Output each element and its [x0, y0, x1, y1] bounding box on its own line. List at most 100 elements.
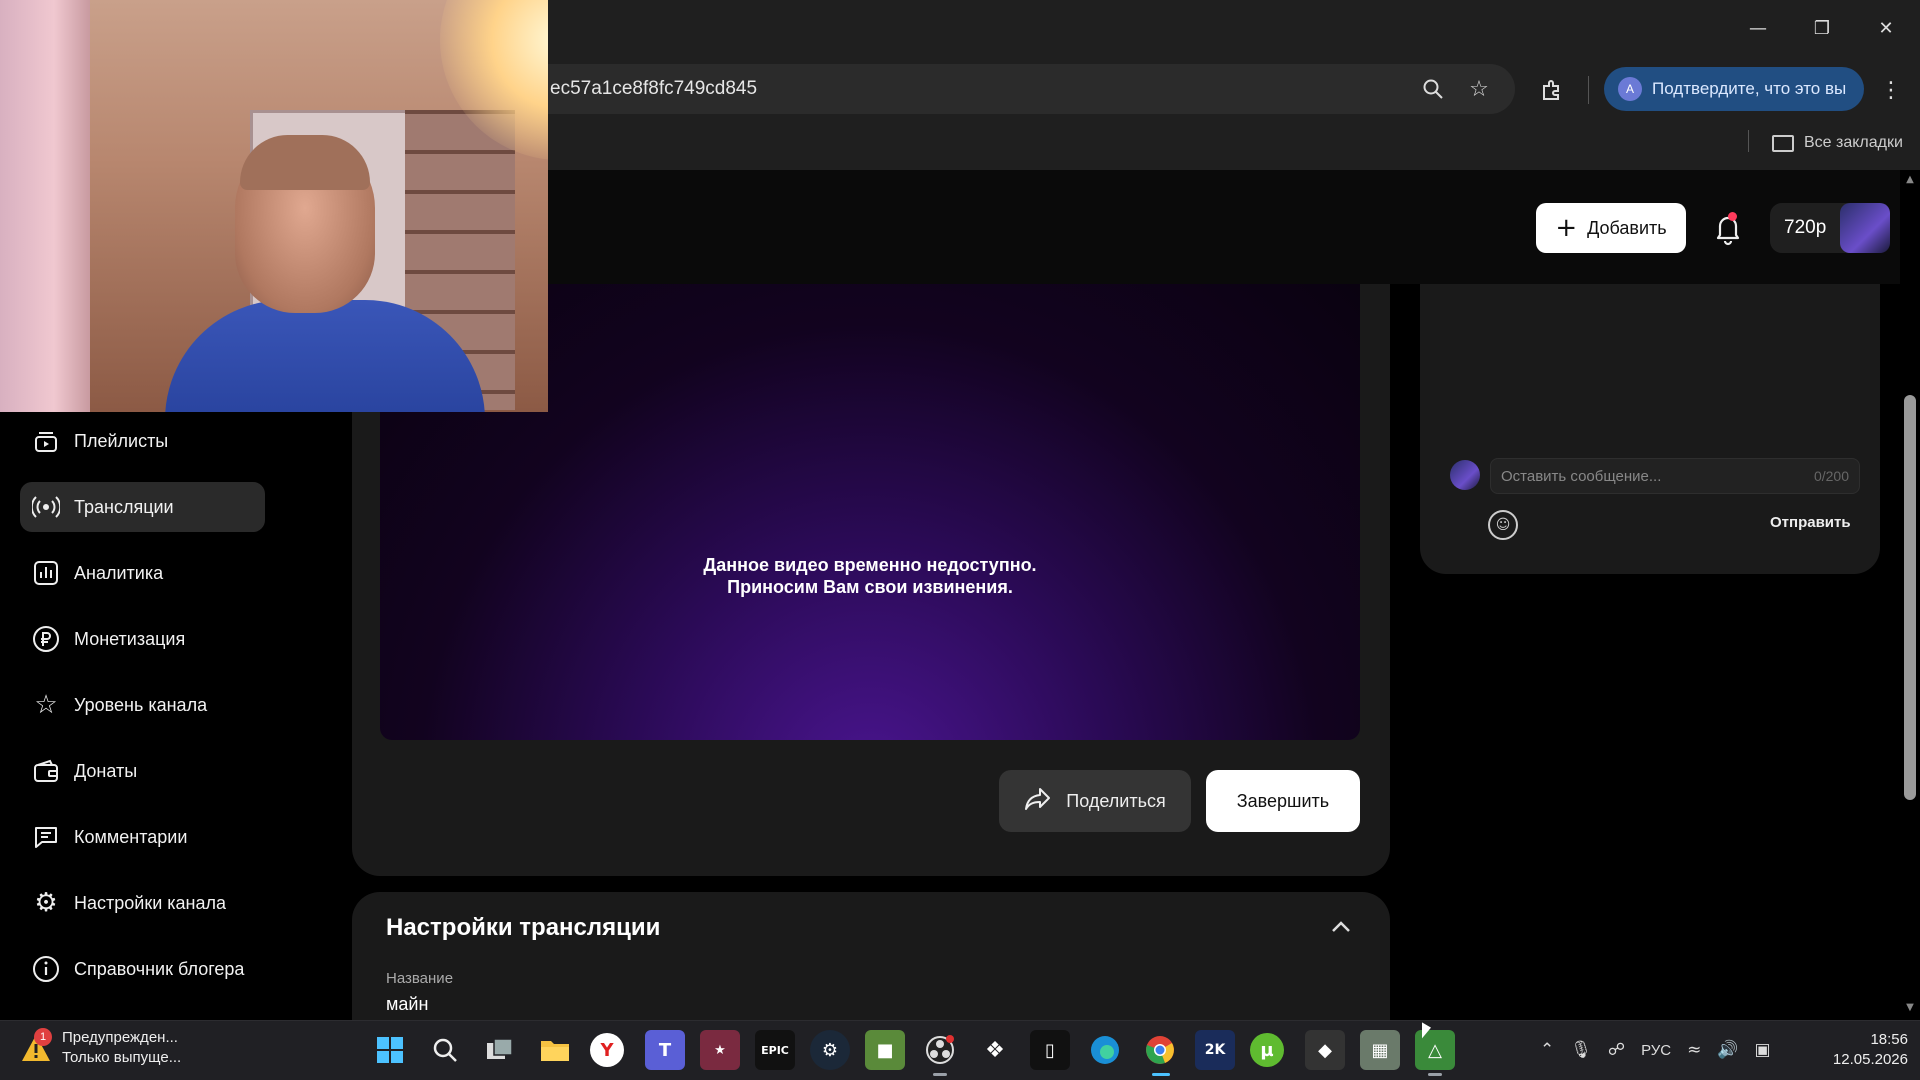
- 2k-launcher-icon[interactable]: 2K: [1195, 1030, 1235, 1070]
- obs-active-indicator: [933, 1073, 947, 1076]
- teams-icon[interactable]: T: [645, 1030, 685, 1070]
- sidebar-item-analytics[interactable]: Аналитика: [20, 548, 265, 598]
- chat-char-counter: 0/200: [1813, 468, 1849, 484]
- toolbar-divider: [1588, 76, 1589, 104]
- sidebar-item-channel-settings[interactable]: ⚙ Настройки канала: [20, 878, 265, 928]
- start-windows-icon[interactable]: [370, 1030, 410, 1070]
- epic-games-icon[interactable]: EPIC: [755, 1030, 795, 1070]
- notification-text: Предупрежден... Только выпуще...: [62, 1028, 181, 1068]
- task-view-icon[interactable]: [480, 1030, 520, 1070]
- edge-icon[interactable]: [1085, 1030, 1125, 1070]
- user-avatar[interactable]: [1840, 203, 1890, 253]
- sidebar-item-label: Уровень канала: [74, 694, 208, 715]
- taskbar-clock[interactable]: 18:56 12.05.2026: [1812, 1030, 1908, 1070]
- launcher-active-indicator: [1428, 1073, 1442, 1076]
- plus-icon: +: [1555, 213, 1578, 243]
- utorrent-icon[interactable]: µ: [1250, 1033, 1284, 1067]
- quality-label: 720p: [1784, 217, 1827, 238]
- scroll-up-arrow-icon[interactable]: ▲: [1904, 174, 1916, 186]
- stream-settings-title: Настройки трансляции: [386, 914, 661, 941]
- sidebar-item-label: Комментарии: [74, 826, 188, 847]
- minecraft-icon[interactable]: ■: [865, 1030, 905, 1070]
- steam-icon[interactable]: ⚙: [810, 1030, 850, 1070]
- minimize-icon[interactable]: —: [1738, 8, 1778, 48]
- file-explorer-icon[interactable]: [535, 1030, 575, 1070]
- info-icon: [32, 955, 60, 983]
- bookmark-star-icon[interactable]: ☆: [1464, 74, 1494, 104]
- bookmarks-divider: [1748, 130, 1749, 152]
- sidebar-item-label: Монетизация: [74, 628, 186, 649]
- all-bookmarks-label: Все закладки: [1804, 134, 1903, 151]
- scroll-down-arrow-icon[interactable]: ▼: [1904, 1002, 1916, 1014]
- game-app-icon[interactable]: ★: [700, 1030, 740, 1070]
- sidebar-item-comments[interactable]: Комментарии: [20, 812, 265, 862]
- sidebar-item-label: Аналитика: [74, 562, 164, 583]
- profile-verify-button[interactable]: A Подтвердите, что это вы: [1604, 67, 1864, 111]
- sidebar-item-label: Настройки канала: [74, 892, 227, 913]
- finish-stream-button[interactable]: Завершить: [1206, 770, 1360, 832]
- notification-title: Предупрежден...: [62, 1029, 178, 1046]
- sidebar-item-label: Плейлисты: [74, 430, 169, 451]
- browser-menu-icon[interactable]: ⋮: [1876, 74, 1906, 106]
- send-button[interactable]: Отправить: [1770, 514, 1851, 531]
- notification-count-badge: 1: [34, 1028, 52, 1046]
- sidebar-item-label: Трансляции: [74, 496, 174, 517]
- chrome-icon[interactable]: [1140, 1030, 1180, 1070]
- add-button-label: Добавить: [1587, 217, 1667, 238]
- verify-label: Подтвердите, что это вы: [1652, 79, 1847, 98]
- search-icon[interactable]: [425, 1030, 465, 1070]
- unavailable-line-1: Данное видео временно недоступно.: [703, 555, 1037, 575]
- warning-icon: 1: [20, 1028, 52, 1064]
- feather-app-icon[interactable]: ❖: [975, 1030, 1015, 1070]
- profile-avatar: A: [1618, 77, 1642, 101]
- playlist-icon: [32, 427, 60, 455]
- sidebar-item-broadcasts[interactable]: Трансляции: [20, 482, 265, 532]
- chevron-up-icon[interactable]: [1326, 912, 1356, 942]
- microphone-icon[interactable]: 🎙: [1570, 1040, 1592, 1060]
- stream-name-field[interactable]: майн: [386, 994, 428, 1015]
- unavailable-line-2: Приносим Вам свои извинения.: [727, 577, 1013, 597]
- share-button[interactable]: Поделиться: [999, 770, 1191, 832]
- notification-subtitle: Только выпуще...: [62, 1049, 182, 1066]
- yandex-browser-icon[interactable]: Y: [590, 1033, 624, 1067]
- video-unavailable-message: Данное видео временно недоступно. Принос…: [380, 554, 1360, 598]
- volume-icon[interactable]: 🔊: [1717, 1040, 1738, 1060]
- address-bar[interactable]: ec57a1ce8f8fc749cd845 ☆: [520, 64, 1515, 114]
- chat-message-field[interactable]: 0/200: [1490, 458, 1860, 494]
- close-icon[interactable]: ✕: [1866, 8, 1906, 48]
- add-button[interactable]: + Добавить: [1536, 203, 1686, 253]
- share-icon: [1024, 786, 1052, 817]
- sidebar-item-donations[interactable]: Донаты: [20, 746, 265, 796]
- chat-message-input[interactable]: [1491, 459, 1791, 493]
- wifi-icon[interactable]: ≈: [1687, 1040, 1701, 1060]
- image-viewer-icon[interactable]: ▦: [1360, 1030, 1400, 1070]
- ruble-icon: [32, 625, 60, 653]
- notification-dot: [1728, 212, 1737, 221]
- minecraft-launcher-icon[interactable]: △: [1415, 1030, 1455, 1070]
- chevron-up-icon[interactable]: ⌃: [1540, 1040, 1554, 1060]
- obs-icon[interactable]: [920, 1030, 960, 1070]
- restore-icon[interactable]: ❐: [1802, 8, 1842, 48]
- sidebar-item-label: Справочник блогера: [74, 958, 245, 979]
- clock-time: 18:56: [1870, 1031, 1908, 1048]
- sidebar-item-monetization[interactable]: Монетизация: [20, 614, 265, 664]
- sidebar-item-playlists[interactable]: Плейлисты: [20, 416, 265, 466]
- taskbar-notification[interactable]: 1 Предупрежден... Только выпуще...: [20, 1028, 181, 1068]
- broadcast-icon: [32, 493, 60, 521]
- extensions-icon[interactable]: [1536, 74, 1568, 106]
- sidebar-item-channel-level[interactable]: ☆ Уровень канала: [20, 680, 265, 730]
- emoji-icon[interactable]: ☺: [1488, 510, 1518, 540]
- scrollbar-thumb[interactable]: [1904, 395, 1916, 800]
- url-text: ec57a1ce8f8fc749cd845: [550, 78, 758, 99]
- comment-icon: [32, 823, 60, 851]
- all-bookmarks-button[interactable]: Все закладки: [1772, 130, 1903, 156]
- sidebar-item-blogger-guide[interactable]: Справочник блогера: [20, 944, 265, 994]
- game-launcher-icon[interactable]: ◆: [1305, 1030, 1345, 1070]
- vpn-globe-icon[interactable]: ☍: [1608, 1040, 1625, 1060]
- zoom-icon[interactable]: [1418, 74, 1448, 104]
- language-indicator[interactable]: РУС: [1641, 1042, 1671, 1059]
- webcam-overlay: [0, 0, 548, 412]
- analytics-icon: [32, 559, 60, 587]
- roblox-icon[interactable]: ▯: [1030, 1030, 1070, 1070]
- battery-icon[interactable]: ▣: [1755, 1040, 1771, 1060]
